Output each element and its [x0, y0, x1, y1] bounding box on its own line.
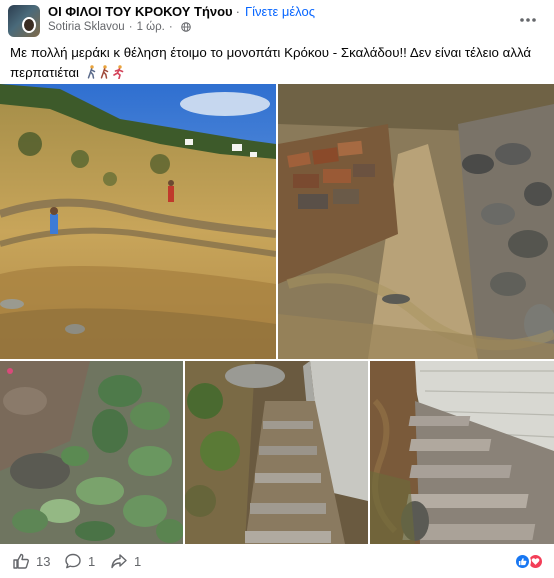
more-options-button[interactable] [516, 8, 540, 32]
meta-separator: · [128, 21, 133, 33]
post-text: Με πολλή μεράκι κ θέληση έτοιμο το μονοπ… [10, 43, 540, 83]
person-running-icon [112, 65, 124, 79]
photo-stone-path[interactable] [278, 84, 554, 359]
share-action[interactable]: 1 [110, 552, 141, 570]
group-line: ΟΙ ΦΙΛΟΙ ΤΟΥ ΚΡΟΚΟΥ ΤήνουΓίνετε μέλος [48, 4, 315, 19]
post-footer: 13 1 1 [0, 546, 554, 578]
avatar-profile-picture [22, 17, 36, 33]
photo-hillside[interactable] [0, 84, 276, 359]
comment-action[interactable]: 1 [64, 552, 95, 570]
reaction-summary[interactable] [514, 553, 544, 570]
like-action[interactable]: 13 [12, 552, 50, 570]
post-header: ΟΙ ΦΙΛΟΙ ΤΟΥ ΚΡΟΚΟΥ ΤήνουΓίνετε μέλος So… [0, 0, 554, 40]
staircase-image [370, 361, 554, 544]
photo-staircase[interactable] [370, 361, 554, 544]
share-arrow-icon [111, 554, 127, 569]
group-name[interactable]: ΟΙ ΦΙΛΟΙ ΤΟΥ ΚΡΟΚΟΥ Τήνου [48, 4, 233, 19]
cactus-image [0, 361, 183, 544]
facebook-post: ΟΙ ΦΙΛΟΙ ΤΟΥ ΚΡΟΚΟΥ ΤήνουΓίνετε μέλος So… [0, 0, 554, 578]
post-time[interactable]: 1 ώρ. [137, 21, 165, 33]
like-count: 13 [36, 553, 51, 569]
more-dots-icon [520, 18, 536, 22]
photo-steps-wall[interactable] [185, 361, 368, 544]
person-walking-icon [100, 65, 108, 79]
steps-wall-image [185, 361, 368, 544]
share-count: 1 [134, 553, 142, 569]
photo-cactus[interactable] [0, 361, 183, 544]
comment-bubble-icon [65, 553, 81, 569]
hillside-image [0, 84, 276, 359]
globe-icon [180, 22, 191, 32]
person-walking-icon [87, 65, 95, 79]
thumbs-up-icon [13, 553, 29, 569]
stone-path-image [278, 84, 554, 359]
group-avatar[interactable] [8, 5, 40, 37]
emoji-strip [86, 65, 125, 79]
comment-count: 1 [88, 553, 96, 569]
author-name[interactable]: Sotiria Sklavou [48, 21, 125, 33]
join-group-link[interactable]: Γίνετε μέλος [233, 4, 315, 19]
meta-separator: · [168, 21, 173, 33]
post-meta: Sotiria Sklavou · 1 ώρ. · [48, 21, 191, 33]
like-reaction-icon [514, 553, 531, 570]
